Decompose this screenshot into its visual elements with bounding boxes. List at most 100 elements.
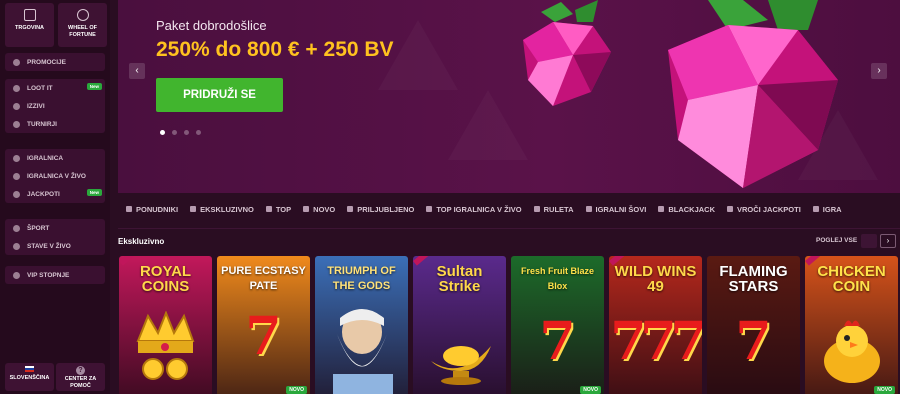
sidebar-item-challenges[interactable]: IZZIVI bbox=[5, 97, 105, 115]
help-label: CENTER ZA POMOČ bbox=[64, 376, 97, 389]
sidebar-item-sport[interactable]: ŠPORT bbox=[5, 219, 105, 237]
new-badge: New bbox=[86, 189, 102, 196]
sidebar-item-live-casino[interactable]: IGRALNICA V ŽIVO bbox=[5, 167, 105, 185]
grid-icon bbox=[126, 206, 132, 212]
sidebar-item-tournaments[interactable]: TURNIRJI bbox=[5, 115, 105, 133]
cards-icon bbox=[658, 206, 665, 212]
category-label: RULETA bbox=[543, 204, 574, 214]
crown-icon bbox=[13, 271, 20, 279]
chest-icon bbox=[13, 84, 20, 92]
section-prev-button[interactable] bbox=[861, 234, 877, 248]
category-top[interactable]: TOP bbox=[265, 204, 292, 214]
category-games[interactable]: IGRA bbox=[812, 205, 842, 214]
category-label: PRILJUBLJENO bbox=[357, 204, 415, 214]
game-title: TRIUMPH OF THE GODS bbox=[327, 265, 396, 292]
category-blackjack[interactable]: BLACKJACK bbox=[658, 205, 715, 214]
sidebar-item-loot-it[interactable]: LOOT IT New bbox=[5, 79, 105, 97]
game-title: ROYAL COINS bbox=[139, 263, 192, 295]
banner-next-button[interactable]: › bbox=[871, 63, 887, 79]
category-game-shows[interactable]: IGRALNI ŠOVI bbox=[585, 204, 647, 214]
wheel-icon bbox=[76, 9, 89, 21]
carousel-dots bbox=[160, 130, 201, 135]
game-card[interactable]: TRIUMPH OF THE GODS bbox=[315, 256, 408, 394]
new-badge: NOVO bbox=[580, 386, 601, 394]
gift-icon bbox=[13, 58, 20, 66]
sidebar-item-casino[interactable]: IGRALNICA bbox=[5, 149, 105, 167]
new-badge: NOVO bbox=[874, 386, 895, 394]
chevron-right-icon: › bbox=[877, 65, 881, 76]
game-title: Fresh Fruit Blaze Blox bbox=[520, 266, 594, 291]
new-icon bbox=[303, 206, 310, 212]
category-label: IGRALNI ŠOVI bbox=[595, 204, 647, 214]
category-hot-jackpots[interactable]: VROČI JACKPOTI bbox=[727, 205, 801, 214]
help-icon: ? bbox=[76, 366, 85, 375]
category-label: VROČI JACKPOTI bbox=[737, 204, 801, 214]
live-icon bbox=[13, 172, 20, 180]
section-next-button[interactable]: › bbox=[880, 234, 896, 248]
sidebar-item-label: ŠPORT bbox=[27, 224, 50, 232]
sidebar-item-label: IGRALNICA bbox=[27, 154, 64, 162]
category-providers[interactable]: PONUDNIKI bbox=[126, 205, 178, 214]
cards-icon bbox=[13, 154, 20, 162]
sidebar-item-live-bets[interactable]: STAVE V ŽIVO bbox=[5, 237, 105, 255]
category-exclusive[interactable]: EKSKLUZIVNO bbox=[190, 205, 254, 214]
game-card[interactable]: CHICKEN COIN NOVO bbox=[805, 256, 898, 394]
category-roulette[interactable]: RULETA bbox=[533, 204, 574, 214]
category-new[interactable]: NOVO bbox=[303, 205, 335, 214]
game-title: PURE ECSTASY PATE bbox=[221, 265, 306, 292]
category-label: TOP IGRALNICA V ŽIVO bbox=[436, 204, 522, 214]
game-card[interactable]: Sultan Strike bbox=[413, 256, 506, 394]
help-center-button[interactable]: ? CENTER ZA POMOČ bbox=[56, 363, 105, 391]
sidebar-item-label: IGRALNICA V ŽIVO bbox=[27, 172, 86, 180]
chart-icon bbox=[585, 206, 592, 212]
banner-title: 250% do 800 € + 250 BV bbox=[156, 38, 394, 61]
grid-icon bbox=[812, 206, 819, 212]
wheel-of-fortune-tile[interactable]: WHEEL OF FORTUNE bbox=[58, 3, 107, 47]
sidebar-item-vip-levels[interactable]: VIP STOPNJE bbox=[5, 266, 105, 284]
banner-prev-button[interactable]: ‹ bbox=[129, 63, 145, 79]
lightning-icon bbox=[347, 206, 354, 212]
carousel-dot[interactable] bbox=[172, 130, 177, 135]
category-label: PONUDNIKI bbox=[136, 204, 179, 214]
game-title: FLAMING STARS bbox=[719, 263, 788, 295]
wheel-label: WHEEL OF FORTUNE bbox=[68, 25, 97, 38]
shop-tile[interactable]: TRGOVINA bbox=[5, 3, 54, 47]
game-card[interactable]: WILD WINS 49 777 bbox=[609, 256, 702, 394]
coins-icon bbox=[13, 190, 20, 198]
shop-label: TRGOVINA bbox=[14, 25, 45, 31]
diamond-icon bbox=[190, 206, 197, 212]
carousel-dot[interactable] bbox=[160, 130, 165, 135]
section-title: Ekskluzivno bbox=[118, 237, 165, 246]
sidebar-bottom-tiles: SLOVENŠČINA ? CENTER ZA POMOČ bbox=[5, 363, 105, 391]
carousel-dot[interactable] bbox=[184, 130, 189, 135]
game-card[interactable]: FLAMING STARS 7 bbox=[707, 256, 800, 394]
sidebar-item-label: VIP STOPNJE bbox=[27, 271, 70, 279]
sidebar-item-jackpots[interactable]: JACKPOTI New bbox=[5, 185, 105, 203]
category-label: BLACKJACK bbox=[668, 204, 716, 214]
trophy-icon bbox=[13, 120, 20, 128]
carousel-dot[interactable] bbox=[196, 130, 201, 135]
category-top-live[interactable]: TOP IGRALNICA V ŽIVO bbox=[426, 204, 522, 214]
new-badge: New bbox=[86, 83, 102, 90]
language-selector[interactable]: SLOVENŠČINA bbox=[5, 363, 54, 391]
chevron-right-icon: › bbox=[886, 236, 890, 245]
game-card[interactable]: PURE ECSTASY PATE 7 NOVO bbox=[217, 256, 310, 394]
triple-seven-symbol: 777 bbox=[610, 311, 702, 372]
category-label: TOP bbox=[275, 204, 292, 214]
seven-symbol: 7 bbox=[539, 311, 576, 372]
sidebar-item-promotions[interactable]: PROMOCIJE bbox=[5, 53, 105, 71]
game-title: Sultan Strike bbox=[436, 263, 483, 295]
sidebar-group-promotions: PROMOCIJE bbox=[5, 53, 105, 71]
category-label: EKSKLUZIVNO bbox=[200, 204, 254, 214]
target-icon bbox=[13, 102, 20, 110]
timer-icon bbox=[13, 242, 20, 250]
flame-icon bbox=[727, 206, 734, 212]
seven-symbol: 7 bbox=[245, 306, 282, 367]
sidebar-group-casino: IGRALNICA IGRALNICA V ŽIVO JACKPOTI New bbox=[5, 149, 105, 203]
game-card[interactable]: Fresh Fruit Blaze Blox 7 NOVO bbox=[511, 256, 604, 394]
join-button[interactable]: PRIDRUŽI SE bbox=[156, 78, 283, 112]
game-card[interactable]: ROYAL COINS bbox=[119, 256, 212, 394]
see-all-link[interactable]: POGLEJ VSE bbox=[816, 237, 857, 244]
category-popular[interactable]: PRILJUBLJENO bbox=[347, 205, 414, 214]
slovenia-flag-icon bbox=[25, 366, 34, 372]
